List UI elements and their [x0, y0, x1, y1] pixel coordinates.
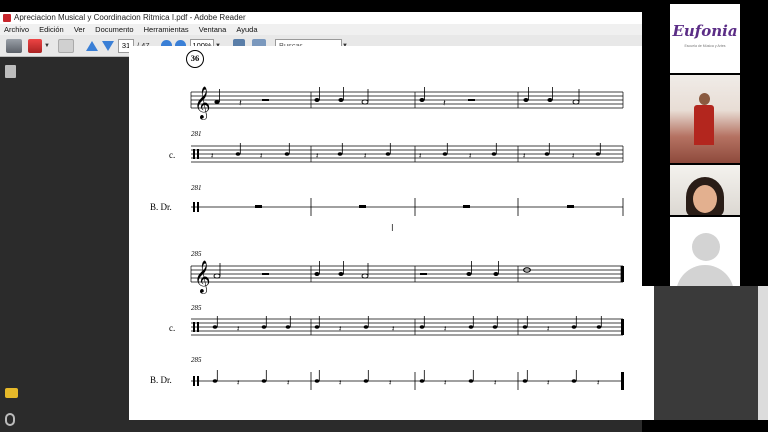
measure-number: 281 [191, 184, 202, 192]
melody-notes-1 [214, 87, 580, 105]
final-barline-c-2 [621, 319, 624, 335]
eufonia-logo: Eufonia [672, 22, 738, 40]
menu-edicion[interactable]: Edición [35, 24, 68, 35]
svg-text:𝄽: 𝄽 [389, 378, 392, 387]
whole-rests-1 [255, 205, 574, 208]
previous-page-icon[interactable] [86, 41, 98, 51]
svg-text:𝄽: 𝄽 [364, 151, 367, 160]
svg-text:𝄽: 𝄽 [494, 378, 497, 387]
menu-ver[interactable]: Ver [70, 24, 89, 35]
reader-right-margin [654, 286, 758, 420]
melody-staff-1 [190, 91, 624, 109]
collaborate-icon[interactable] [58, 39, 74, 53]
measure-number: 285 [191, 250, 202, 258]
svg-text:𝄽: 𝄽 [260, 151, 263, 160]
menu-documento[interactable]: Documento [91, 24, 137, 35]
percussion-staff-c-2 [191, 318, 623, 336]
avatar-icon [692, 233, 720, 261]
title-bar: Apreciacion Musical y Coordinacion Ritmi… [0, 12, 642, 24]
participant-video-1[interactable] [670, 75, 740, 163]
logo-subtext: Escuela de Música y Artes [684, 44, 726, 48]
video-participants-panel: Eufonia Escuela de Música y Artes [642, 0, 768, 286]
quarter-rests-c-1: 𝄽 𝄽 𝄽 𝄽 𝄽 𝄽 𝄽 𝄽 [211, 151, 575, 160]
final-barline-2 [621, 266, 624, 282]
measure-number: 285 [191, 304, 202, 312]
create-pdf-icon[interactable] [28, 39, 42, 53]
svg-text:𝄽: 𝄽 [547, 378, 550, 387]
window-title: Apreciacion Musical y Coordinacion Ritmi… [14, 13, 246, 22]
page-thumbnails-icon[interactable] [5, 65, 16, 78]
menu-ventana[interactable]: Ventana [195, 24, 231, 35]
treble-clef-icon: 𝄞 [194, 86, 211, 120]
next-page-icon[interactable] [102, 41, 114, 51]
bass-drum-line-2 [191, 372, 623, 390]
svg-text:𝄽: 𝄽 [339, 378, 342, 387]
menu-herramientas[interactable]: Herramientas [140, 24, 193, 35]
svg-text:𝄽: 𝄽 [419, 151, 422, 160]
attachment-icon[interactable] [5, 413, 15, 426]
svg-text:𝄽: 𝄽 [392, 324, 395, 333]
menu-ayuda[interactable]: Ayuda [232, 24, 261, 35]
staff-label-bass-drum: B. Dr. [150, 202, 172, 212]
adobe-reader-icon [3, 14, 11, 22]
svg-text:𝄽: 𝄽 [547, 324, 550, 333]
percussion-staff-c-1 [191, 145, 624, 163]
quarter-rests-c-2: 𝄽 𝄽 𝄽 𝄽 𝄽 [237, 324, 550, 333]
quarter-rests-bd-2: 𝄽 𝄽 𝄽 𝄽 𝄽 𝄽 𝄽 𝄽 [237, 378, 600, 387]
menu-archivo[interactable]: Archivo [0, 24, 33, 35]
navigation-panel [0, 58, 22, 432]
svg-text:𝄽: 𝄽 [444, 324, 447, 333]
pdf-page: 𝄞 𝄽 𝄽 𝄽 𝄽 𝄽 𝄽 𝄽 𝄽 𝄽 𝄽 𝄞 𝄽 𝄽 𝄽 𝄽 𝄽 𝄽 𝄽 𝄽 … [129, 46, 654, 420]
measure-number: 285 [191, 356, 202, 364]
vertical-scrollbar[interactable] [758, 286, 768, 420]
staff-label-bass-drum: B. Dr. [150, 375, 172, 385]
svg-text:𝄽: 𝄽 [237, 378, 240, 387]
melody-staff-2 [190, 265, 623, 283]
participant-avatar-placeholder[interactable] [670, 217, 740, 286]
rehearsal-mark: 36 [186, 50, 204, 68]
svg-text:𝄽: 𝄽 [237, 324, 240, 333]
svg-text:𝄽: 𝄽 [339, 324, 342, 333]
svg-text:𝄽: 𝄽 [239, 99, 242, 109]
chevron-down-icon[interactable]: ▼ [44, 39, 50, 53]
svg-text:𝄽: 𝄽 [572, 151, 575, 160]
text-cursor-icon: I [391, 223, 394, 234]
print-icon[interactable] [6, 39, 22, 53]
menu-bar: Archivo Edición Ver Documento Herramient… [0, 24, 642, 35]
final-barline-bd-2 [621, 372, 624, 390]
svg-text:𝄽: 𝄽 [211, 151, 214, 160]
measure-number: 281 [191, 130, 202, 138]
svg-text:𝄽: 𝄽 [287, 378, 290, 387]
svg-text:𝄽: 𝄽 [597, 378, 600, 387]
svg-text:𝄽: 𝄽 [316, 151, 319, 160]
svg-text:𝄽: 𝄽 [469, 151, 472, 160]
participant-tile-logo[interactable]: Eufonia Escuela de Música y Artes [670, 4, 740, 73]
svg-text:𝄽: 𝄽 [443, 99, 446, 109]
svg-text:𝄽: 𝄽 [444, 378, 447, 387]
comments-icon[interactable] [5, 388, 18, 398]
screen: Apreciacion Musical y Coordinacion Ritmi… [0, 0, 768, 432]
treble-clef-icon: 𝄞 [194, 260, 211, 294]
svg-text:𝄽: 𝄽 [523, 151, 526, 160]
melody-notes-2 [213, 261, 531, 279]
participant-video-2[interactable] [670, 165, 740, 215]
staff-label-c: c. [169, 323, 176, 333]
staff-label-c: c. [169, 150, 176, 160]
